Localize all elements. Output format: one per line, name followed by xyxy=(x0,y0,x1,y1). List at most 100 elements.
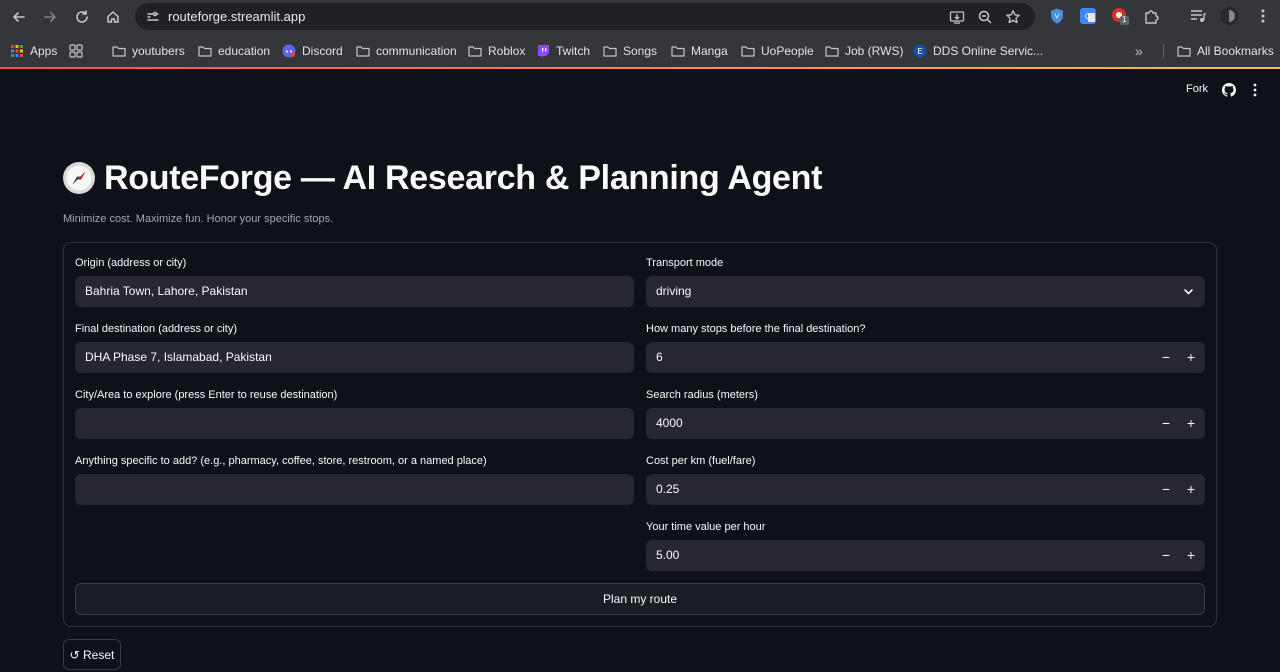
search-radius-label: Search radius (meters) xyxy=(646,389,758,401)
bookmark-dds-online[interactable]: E DDS Online Servic... xyxy=(913,42,1043,60)
time-value-value: 5.00 xyxy=(656,548,680,562)
radius-decrement-button[interactable]: − xyxy=(1154,408,1178,439)
compass-icon xyxy=(63,162,95,194)
install-app-icon[interactable] xyxy=(949,9,965,25)
bookmarks-bar: Apps youtubers education Discord communi… xyxy=(0,38,1280,64)
folder-icon xyxy=(671,46,685,57)
bookmark-folder-job-rws[interactable]: Job (RWS) xyxy=(825,42,903,60)
bookmark-label: Job (RWS) xyxy=(845,44,904,58)
page-title: RouteForge — AI Research & Planning Agen… xyxy=(104,158,823,197)
plan-route-button[interactable]: Plan my route xyxy=(75,583,1205,615)
bookmark-folder-youtubers[interactable]: youtubers xyxy=(112,42,185,60)
extension-badge-icon[interactable]: 1 xyxy=(1111,7,1129,25)
folder-icon xyxy=(741,46,755,57)
address-bar[interactable]: routeforge.streamlit.app xyxy=(135,3,1035,30)
specific-stop-label: Anything specific to add? (e.g., pharmac… xyxy=(75,455,487,467)
url-text: routeforge.streamlit.app xyxy=(168,9,306,24)
bookmark-label: youtubers xyxy=(132,44,185,58)
cost-per-km-value: 0.25 xyxy=(656,482,680,496)
bookmarks-divider xyxy=(1163,44,1164,58)
explore-area-input[interactable] xyxy=(75,408,634,439)
twitch-icon xyxy=(538,45,549,58)
stops-increment-button[interactable]: + xyxy=(1179,342,1203,373)
specific-stop-input[interactable] xyxy=(75,474,634,505)
chrome-menu-icon[interactable] xyxy=(1254,7,1272,25)
extensions-puzzle-icon[interactable] xyxy=(1143,7,1161,25)
bookmark-label: Songs xyxy=(623,44,658,58)
transport-mode-select[interactable]: driving xyxy=(646,276,1205,307)
bookmark-label: UoPeople xyxy=(761,44,814,58)
transport-mode-value: driving xyxy=(656,284,692,298)
bookmark-folder-songs[interactable]: Songs xyxy=(603,42,657,60)
search-radius-input[interactable]: 4000 − + xyxy=(646,408,1205,439)
extension-badge-count: 1 xyxy=(1122,15,1127,24)
folder-icon xyxy=(356,46,370,57)
home-icon[interactable] xyxy=(101,5,125,29)
bookmark-folder-uopeople[interactable]: UoPeople xyxy=(741,42,814,60)
time-value-input[interactable]: 5.00 − + xyxy=(646,540,1205,571)
transport-mode-label: Transport mode xyxy=(646,257,724,269)
zoom-icon[interactable] xyxy=(977,9,993,25)
bookmark-label: Twitch xyxy=(556,44,591,58)
github-icon[interactable] xyxy=(1222,83,1236,97)
folder-icon xyxy=(1177,46,1191,57)
tab-groups-icon[interactable] xyxy=(69,42,89,60)
stops-count-value: 6 xyxy=(656,350,663,364)
main-menu-icon[interactable] xyxy=(1249,83,1261,97)
app-header: Fork xyxy=(0,69,1280,111)
bookmark-apps[interactable]: Apps xyxy=(10,42,57,60)
bookmark-all-bookmarks[interactable]: All Bookmarks xyxy=(1177,42,1274,60)
bookmark-label: education xyxy=(218,44,271,58)
stops-count-label: How many stops before the final destinat… xyxy=(646,323,866,335)
translate-icon[interactable]: G xyxy=(1079,7,1097,25)
bookmark-label: Manga xyxy=(691,44,728,58)
folder-icon xyxy=(825,46,839,57)
bookmark-label: DDS Online Servic... xyxy=(933,44,1044,58)
fork-button[interactable]: Fork xyxy=(1186,83,1208,95)
destination-input[interactable]: DHA Phase 7, Islamabad, Pakistan xyxy=(75,342,634,373)
bookmark-label: All Bookmarks xyxy=(1197,44,1274,58)
search-radius-value: 4000 xyxy=(656,416,683,430)
reset-button[interactable]: ↺ Reset xyxy=(63,639,121,670)
bookmark-folder-communication[interactable]: communication xyxy=(356,42,457,60)
bookmark-folder-manga[interactable]: Manga xyxy=(671,42,728,60)
more-bookmarks-chevron-icon[interactable]: » xyxy=(1135,42,1143,60)
media-queue-icon[interactable] xyxy=(1189,7,1207,25)
dds-site-icon: E xyxy=(913,44,927,58)
cost-decrement-button[interactable]: − xyxy=(1154,474,1178,505)
stops-count-input[interactable]: 6 − + xyxy=(646,342,1205,373)
vpn-shield-icon[interactable]: V xyxy=(1048,7,1066,25)
bookmark-discord[interactable]: Discord xyxy=(282,42,343,60)
page-title-row: RouteForge — AI Research & Planning Agen… xyxy=(62,158,822,198)
bookmark-twitch[interactable]: Twitch xyxy=(536,42,590,60)
bookmark-folder-education[interactable]: education xyxy=(198,42,270,60)
site-settings-icon[interactable] xyxy=(145,9,161,25)
bookmark-label: communication xyxy=(376,44,457,58)
origin-label: Origin (address or city) xyxy=(75,257,187,269)
apps-grid-icon xyxy=(11,45,23,57)
origin-input[interactable]: Bahria Town, Lahore, Pakistan xyxy=(75,276,634,307)
chevron-down-icon xyxy=(1184,289,1193,295)
stops-decrement-button[interactable]: − xyxy=(1154,342,1178,373)
radius-increment-button[interactable]: + xyxy=(1179,408,1203,439)
bookmark-label: Roblox xyxy=(488,44,526,58)
bookmark-label: Discord xyxy=(302,44,343,58)
cost-increment-button[interactable]: + xyxy=(1179,474,1203,505)
folder-icon xyxy=(198,46,212,57)
explore-area-label: City/Area to explore (press Enter to reu… xyxy=(75,389,338,401)
browser-chrome: routeforge.streamlit.app V G 1 xyxy=(0,0,1280,69)
cost-per-km-input[interactable]: 0.25 − + xyxy=(646,474,1205,505)
forward-icon[interactable] xyxy=(38,5,62,29)
time-decrement-button[interactable]: − xyxy=(1154,540,1178,571)
bookmark-star-icon[interactable] xyxy=(1005,9,1021,25)
profile-avatar[interactable] xyxy=(1220,7,1238,25)
bookmark-label: Apps xyxy=(30,44,58,58)
bookmark-folder-roblox[interactable]: Roblox xyxy=(468,42,525,60)
folder-icon xyxy=(112,46,126,57)
back-icon[interactable] xyxy=(7,5,31,29)
time-increment-button[interactable]: + xyxy=(1179,540,1203,571)
cost-per-km-label: Cost per km (fuel/fare) xyxy=(646,455,756,467)
reload-icon[interactable] xyxy=(70,5,94,29)
discord-icon xyxy=(282,44,296,58)
folder-icon xyxy=(603,46,617,57)
